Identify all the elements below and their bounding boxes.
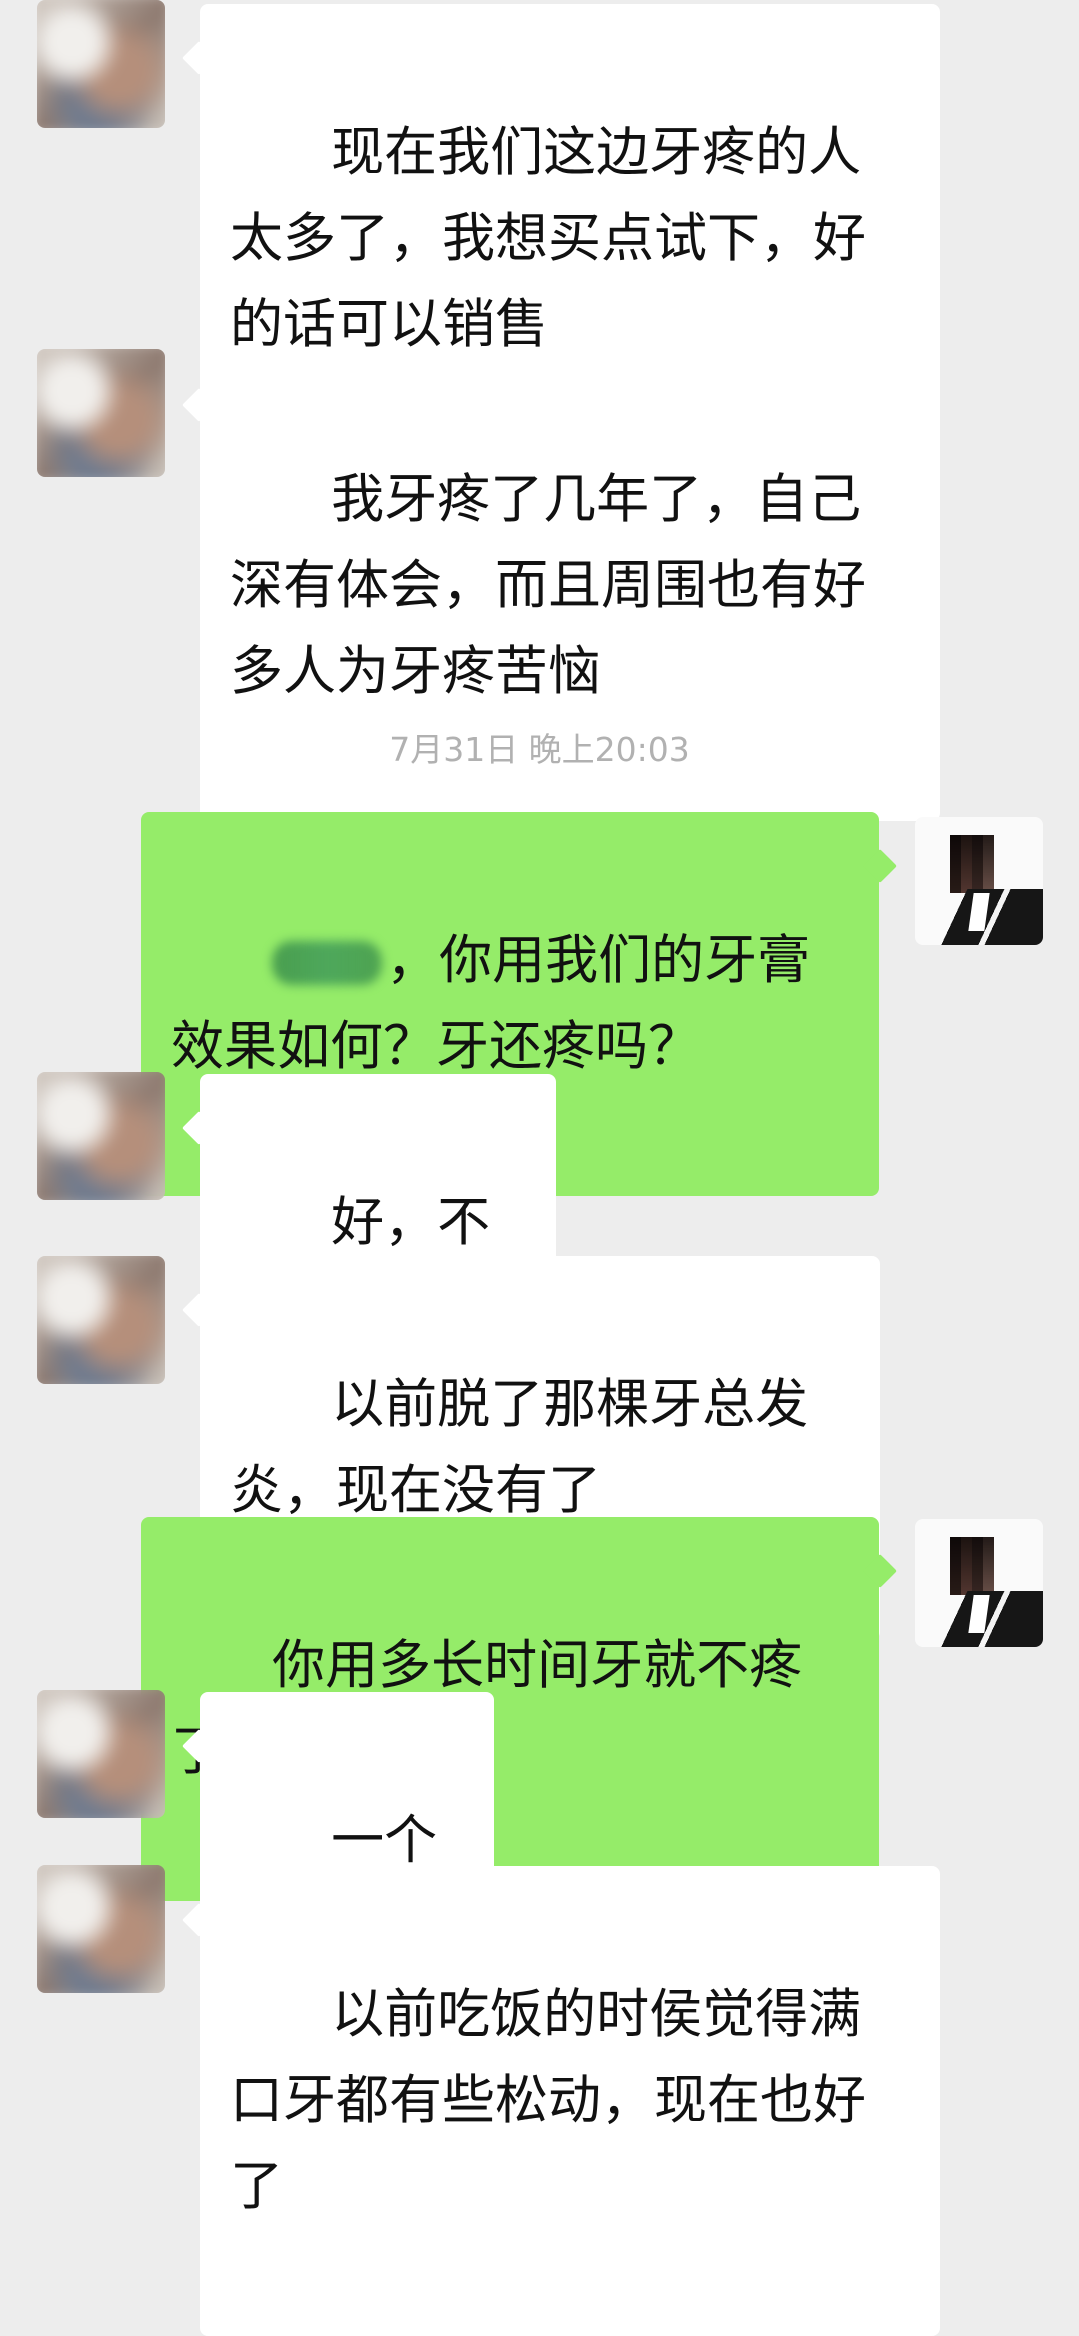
- contact-avatar[interactable]: [37, 0, 165, 128]
- user-avatar[interactable]: [915, 817, 1043, 945]
- contact-avatar[interactable]: [37, 1072, 165, 1200]
- message-text: 以前吃饭的时侯觉得满口牙都有些松动，现在也好了: [230, 1984, 866, 2217]
- avatar-head: [950, 835, 994, 893]
- message-text: 现在我们这边牙疼的人太多了，我想买点试下，好的话可以销售: [230, 122, 866, 355]
- avatar-head: [950, 1537, 994, 1595]
- message-text: ，你用我们的牙膏效果如何？牙还疼吗？: [171, 930, 811, 1077]
- person-avatar-image: [915, 817, 1043, 945]
- blurred-avatar-image: [37, 0, 165, 128]
- blurred-avatar-image: [37, 349, 165, 477]
- timestamp-text: 7月31日 晚上20:03: [389, 730, 690, 769]
- message-text: 我牙疼了几年了，自己深有体会，而且周围也有好多人为牙疼苦恼: [230, 469, 866, 702]
- chat-thread: 现在我们这边牙疼的人太多了，我想买点试下，好的话可以销售 我牙疼了几年了，自己深…: [0, 0, 1079, 2336]
- user-avatar[interactable]: [915, 1519, 1043, 1647]
- contact-avatar[interactable]: [37, 349, 165, 477]
- contact-avatar[interactable]: [37, 1256, 165, 1384]
- message-bubble[interactable]: 以前吃饭的时侯觉得满口牙都有些松动，现在也好了: [200, 1866, 940, 2336]
- person-avatar-image: [915, 1519, 1043, 1647]
- blurred-avatar-image: [37, 1256, 165, 1384]
- contact-avatar[interactable]: [37, 1690, 165, 1818]
- message-timestamp: 7月31日 晚上20:03: [0, 730, 1079, 770]
- message-text: 以前脱了那棵牙总发炎，现在没有了: [230, 1374, 809, 1521]
- blurred-avatar-image: [37, 1690, 165, 1818]
- blurred-avatar-image: [37, 1072, 165, 1200]
- contact-avatar[interactable]: [37, 1865, 165, 1993]
- blurred-avatar-image: [37, 1865, 165, 1993]
- blurred-contact-name: [272, 941, 383, 986]
